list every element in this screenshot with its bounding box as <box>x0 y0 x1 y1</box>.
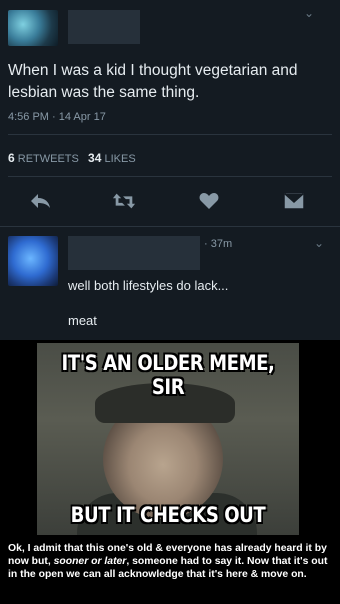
like-icon[interactable] <box>197 190 221 212</box>
divider <box>8 176 332 177</box>
likes-count[interactable]: 34 <box>88 151 101 165</box>
divider <box>8 134 332 135</box>
tweet-card: ⌄ When I was a kid I thought vegetarian … <box>0 0 340 340</box>
meme-top-text: IT'S AN OLDER MEME, SIR <box>61 351 275 399</box>
retweets-label[interactable]: RETWEETS <box>18 153 79 165</box>
tweet-text: When I was a kid I thought vegetarian an… <box>8 62 298 101</box>
tweet-actions <box>0 190 340 214</box>
caption-text: Ok, I admit that this one's old & everyo… <box>8 542 334 581</box>
retweets-count[interactable]: 6 <box>8 151 15 165</box>
tweet-stats: 6 RETWEETS 34 LIKES <box>8 151 136 165</box>
caption-emphasis: sooner or later <box>53 556 127 567</box>
reply-text-line2: meat <box>68 313 97 328</box>
reply-icon[interactable] <box>28 190 52 212</box>
tweet-timestamp: 4:56 PM · 14 Apr 17 <box>8 111 106 123</box>
reply-avatar[interactable] <box>8 236 58 286</box>
reply-time: · 37m <box>204 238 233 250</box>
reply-text-line1: well both lifestyles do lack... <box>68 278 229 293</box>
likes-label[interactable]: LIKES <box>104 153 135 165</box>
chevron-down-icon[interactable]: ⌄ <box>314 236 324 250</box>
meme-image: IT'S AN OLDER MEME, SIR BUT IT CHECKS OU… <box>37 343 299 535</box>
message-icon[interactable] <box>282 190 306 212</box>
redacted-reply-username <box>68 236 200 270</box>
redacted-username <box>68 10 140 44</box>
meme-bottom-text: BUT IT CHECKS OUT <box>70 503 266 527</box>
avatar[interactable] <box>8 10 58 46</box>
retweet-icon[interactable] <box>112 190 136 212</box>
divider <box>0 226 340 227</box>
chevron-down-icon[interactable]: ⌄ <box>304 6 314 20</box>
